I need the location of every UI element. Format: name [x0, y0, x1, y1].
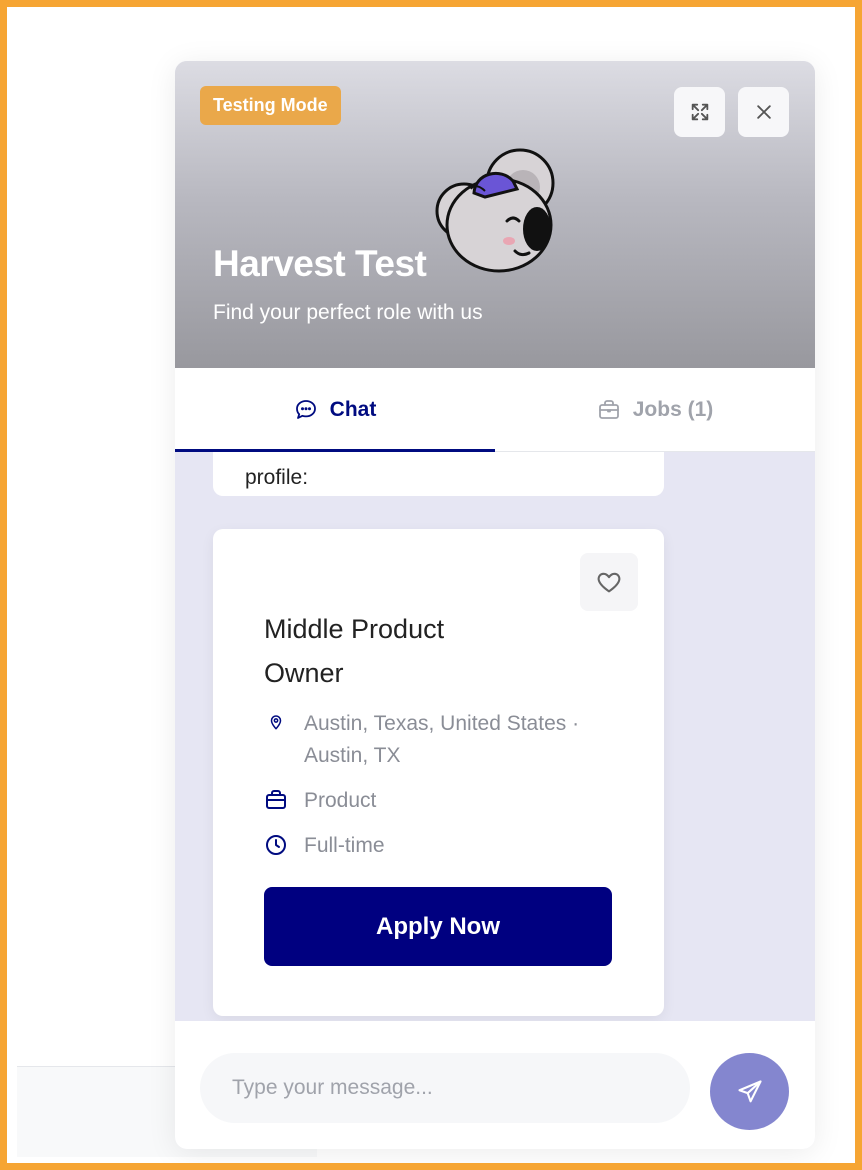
expand-button[interactable]	[674, 87, 725, 137]
briefcase-icon	[598, 399, 619, 419]
expand-icon	[691, 103, 708, 121]
bot-message: profile:	[213, 452, 664, 496]
chat-messages[interactable]: profile: Middle Product Owner Austin, Te	[175, 452, 815, 1021]
widget-header: Testing Mode Harvest Test Find your perf…	[175, 61, 815, 368]
page-background: Testing Mode Harvest Test Find your perf…	[7, 7, 855, 1163]
favorite-button[interactable]	[580, 553, 638, 611]
tab-bar: Chat Jobs (1)	[175, 368, 815, 452]
map-pin-icon	[270, 715, 282, 730]
koala-mascot-icon	[435, 148, 555, 273]
clock-icon	[266, 835, 286, 855]
testing-mode-badge: Testing Mode	[200, 86, 341, 125]
job-title: Middle Product Owner	[264, 614, 445, 688]
close-button[interactable]	[738, 87, 789, 137]
message-input[interactable]	[200, 1053, 690, 1123]
message-text: profile:	[245, 466, 309, 489]
job-department-row: Product	[264, 785, 376, 817]
heart-icon	[597, 572, 621, 593]
tab-chat[interactable]: Chat	[175, 368, 495, 452]
widget-title: Harvest Test	[213, 243, 427, 284]
tab-jobs-label: Jobs (1)	[632, 397, 714, 421]
briefcase-icon	[266, 790, 286, 809]
send-icon	[737, 1079, 762, 1102]
chat-bubble-icon	[295, 399, 316, 419]
tab-jobs[interactable]: Jobs (1)	[495, 368, 815, 451]
chat-widget: Testing Mode Harvest Test Find your perf…	[175, 61, 815, 1149]
job-department: Product	[304, 789, 377, 812]
job-location-row: Austin, Texas, United States · Austin, T…	[264, 708, 614, 772]
apply-now-button[interactable]: Apply Now	[264, 887, 612, 966]
job-card: Middle Product Owner Austin, Texas, Unit…	[213, 529, 664, 1016]
job-employment-type: Full-time	[304, 834, 385, 857]
message-composer	[175, 1021, 815, 1149]
widget-subtitle: Find your perfect role with us	[213, 301, 483, 324]
job-location: Austin, Texas, United States · Austin, T…	[304, 712, 580, 767]
close-icon	[756, 105, 771, 119]
job-type-row: Full-time	[264, 830, 385, 862]
send-button[interactable]	[710, 1053, 789, 1130]
tab-chat-label: Chat	[329, 397, 377, 421]
